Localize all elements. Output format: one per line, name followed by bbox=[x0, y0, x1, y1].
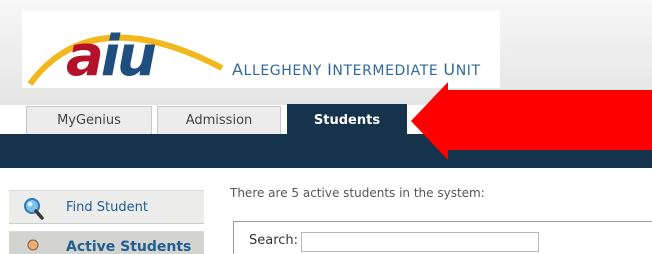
search-panel: Search: bbox=[233, 221, 652, 254]
active-students-count-text: There are 5 active students in the syste… bbox=[230, 186, 485, 200]
search-input[interactable] bbox=[301, 232, 539, 252]
sidebar-item-label: Find Student bbox=[66, 200, 148, 215]
search-label: Search: bbox=[249, 233, 299, 248]
sidebar-item-label: Active Students bbox=[66, 239, 192, 254]
sidebar-item-active-students[interactable]: Active Students bbox=[9, 231, 204, 254]
sidebar-item-find-student[interactable]: Find Student bbox=[9, 190, 204, 224]
student-icon bbox=[27, 239, 39, 251]
magnifier-icon bbox=[24, 198, 44, 220]
